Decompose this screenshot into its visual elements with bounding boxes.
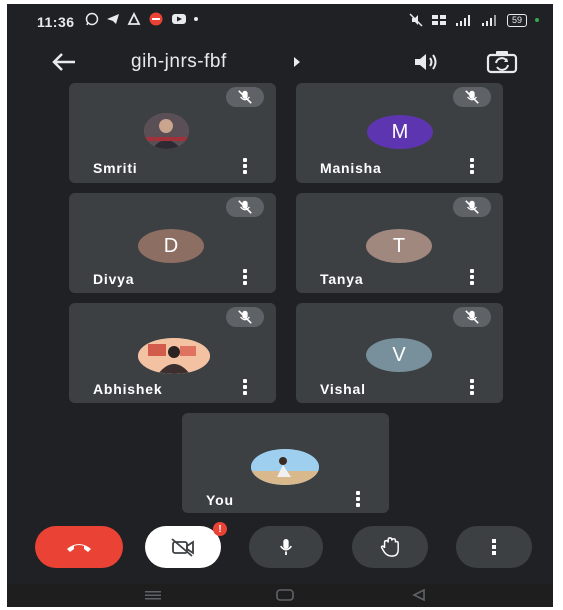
more-vert-icon bbox=[490, 539, 498, 555]
whatsapp-icon bbox=[85, 12, 99, 26]
privacy-dot bbox=[535, 18, 539, 22]
status-bar: 11:36 59 bbox=[7, 4, 553, 38]
mute-icon bbox=[409, 13, 423, 27]
muted-mic-indicator bbox=[226, 307, 264, 327]
mic-off-icon bbox=[465, 310, 479, 324]
raise-hand-button[interactable] bbox=[352, 526, 428, 568]
profile-photo bbox=[138, 338, 210, 374]
more-options-icon[interactable] bbox=[468, 379, 476, 397]
avatar-initial: V bbox=[392, 343, 406, 366]
participant-name: Vishal bbox=[320, 381, 366, 397]
mic-off-icon bbox=[238, 90, 252, 104]
more-options-button[interactable] bbox=[456, 526, 532, 568]
more-options-icon[interactable] bbox=[468, 158, 476, 176]
meeting-code[interactable]: gih-jnrs-fbf bbox=[131, 51, 227, 73]
youtube-icon bbox=[172, 14, 186, 24]
signal-icon bbox=[455, 15, 470, 26]
avatar-initial: D bbox=[163, 234, 179, 257]
back-icon[interactable] bbox=[409, 588, 429, 602]
participant-tile-divya[interactable]: D Divya bbox=[69, 193, 276, 293]
participant-tile-tanya[interactable]: T Tanya bbox=[296, 193, 503, 293]
end-call-button[interactable] bbox=[35, 526, 123, 568]
avatar: M bbox=[367, 115, 433, 149]
muted-mic-indicator bbox=[226, 87, 264, 107]
camera-alert-badge: ! bbox=[213, 522, 227, 536]
participant-tile-manisha[interactable]: M Manisha bbox=[296, 83, 503, 183]
more-options-icon[interactable] bbox=[241, 379, 249, 397]
speaker-icon[interactable] bbox=[411, 50, 441, 74]
telegram-icon bbox=[107, 14, 119, 24]
caret-right-icon[interactable] bbox=[292, 56, 302, 68]
signal-2-icon bbox=[481, 15, 496, 26]
mic-off-icon bbox=[238, 310, 252, 324]
avatar bbox=[138, 338, 210, 374]
system-nav-bar bbox=[7, 584, 553, 607]
more-notifications-dot bbox=[194, 17, 198, 21]
participant-tile-smriti[interactable]: Smriti bbox=[69, 83, 276, 183]
more-options-icon[interactable] bbox=[241, 158, 249, 176]
participant-name: Divya bbox=[93, 271, 135, 287]
muted-mic-indicator bbox=[453, 307, 491, 327]
microphone-icon bbox=[280, 539, 292, 555]
avatar-initial: M bbox=[391, 120, 409, 143]
notification-icons bbox=[85, 12, 198, 26]
battery-indicator: 59 bbox=[506, 13, 527, 27]
avatar-initial: T bbox=[392, 234, 406, 257]
avatar: T bbox=[366, 229, 432, 263]
meeting-top-bar: gih-jnrs-fbf bbox=[7, 42, 553, 82]
avatar bbox=[144, 113, 189, 149]
muted-mic-indicator bbox=[453, 197, 491, 217]
self-tile[interactable]: You bbox=[182, 413, 389, 513]
participant-name: Tanya bbox=[320, 271, 364, 287]
system-icons: 59 bbox=[409, 13, 539, 27]
camera-off-icon bbox=[171, 538, 194, 557]
switch-camera-icon[interactable] bbox=[485, 49, 519, 75]
mic-off-icon bbox=[238, 200, 252, 214]
muted-mic-indicator bbox=[453, 87, 491, 107]
participant-name: You bbox=[206, 492, 234, 508]
back-arrow-icon[interactable] bbox=[49, 50, 79, 74]
participant-name: Manisha bbox=[320, 160, 382, 176]
phone-screen: 11:36 59 gih-jnrs-fbf Smriti M Manisha D… bbox=[7, 4, 553, 607]
camera-toggle-button[interactable]: ! bbox=[145, 522, 227, 568]
microphone-button[interactable] bbox=[249, 526, 323, 568]
more-options-icon[interactable] bbox=[354, 491, 362, 509]
participant-tile-vishal[interactable]: V Vishal bbox=[296, 303, 503, 403]
avatar bbox=[251, 449, 319, 485]
participant-tile-abhishek[interactable]: Abhishek bbox=[69, 303, 276, 403]
more-options-icon[interactable] bbox=[241, 269, 249, 287]
end-call-icon bbox=[67, 544, 91, 552]
home-icon[interactable] bbox=[275, 588, 295, 602]
more-options-icon[interactable] bbox=[468, 269, 476, 287]
volte-icon bbox=[431, 15, 446, 25]
avatar: V bbox=[366, 338, 432, 372]
status-time: 11:36 bbox=[37, 14, 75, 30]
raise-hand-icon bbox=[380, 537, 399, 557]
avatar: D bbox=[138, 229, 204, 263]
recent-apps-icon[interactable] bbox=[143, 588, 163, 602]
meet-notification-icon bbox=[127, 12, 141, 25]
profile-photo bbox=[251, 449, 319, 485]
muted-mic-indicator bbox=[226, 197, 264, 217]
profile-photo bbox=[144, 113, 189, 149]
call-controls: ! bbox=[7, 522, 553, 582]
mic-off-icon bbox=[465, 90, 479, 104]
jio-icon bbox=[149, 12, 163, 26]
participant-name: Abhishek bbox=[93, 381, 163, 397]
participant-name: Smriti bbox=[93, 160, 138, 176]
mic-off-icon bbox=[465, 200, 479, 214]
